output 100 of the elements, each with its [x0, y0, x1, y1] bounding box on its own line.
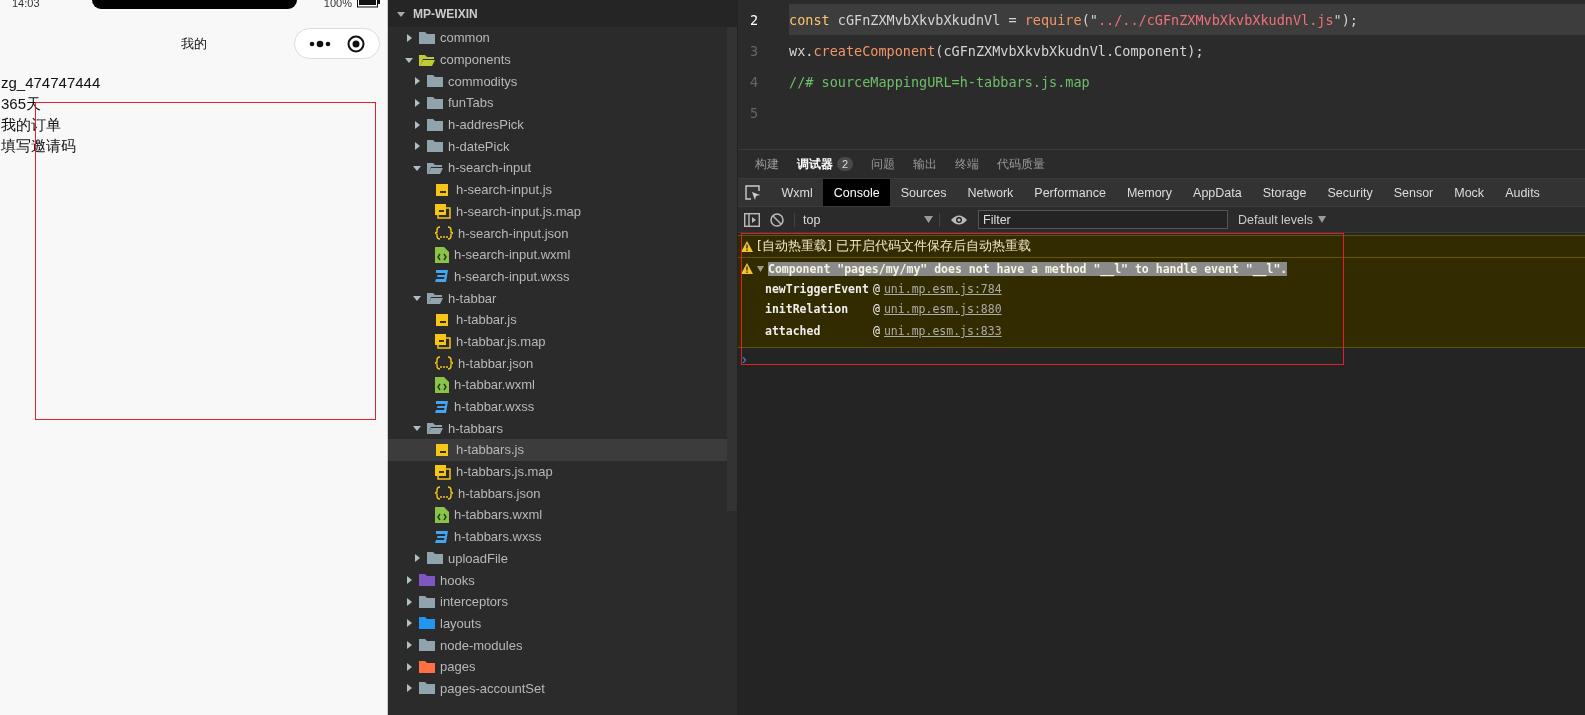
devtools-tab[interactable]: Audits: [1494, 179, 1551, 206]
tree-item[interactable]: h-tabbar.wxss: [388, 395, 727, 418]
close-icon[interactable]: [347, 34, 365, 53]
tree-item[interactable]: h-search-input.wxml: [388, 243, 727, 266]
devtools-tab[interactable]: Network: [957, 179, 1024, 206]
scrollbar[interactable]: [727, 27, 737, 511]
css-file-icon: [435, 269, 449, 284]
caret-icon[interactable]: [413, 424, 421, 433]
explorer-title[interactable]: MP-WEIXIN: [413, 6, 478, 21]
tree-item[interactable]: h-search-input.json: [388, 222, 727, 244]
tree-item[interactable]: common: [388, 27, 727, 49]
caret-icon[interactable]: [405, 33, 413, 42]
devtools-tab[interactable]: Wxml: [771, 179, 824, 206]
tree-item[interactable]: h-search-input: [388, 157, 727, 179]
tree-item[interactable]: layouts: [388, 612, 727, 635]
tree-item[interactable]: h-search-input.wxss: [388, 265, 727, 288]
devtools-tab[interactable]: Mock: [1443, 179, 1495, 206]
eye-icon[interactable]: [950, 213, 968, 226]
devtools-tab[interactable]: Storage: [1252, 179, 1317, 206]
stack-function: initRelation: [765, 302, 850, 316]
caret-icon[interactable]: [405, 684, 413, 693]
panel-tab[interactable]: 构建: [746, 155, 788, 173]
tree-item[interactable]: funTabs: [388, 92, 727, 114]
tree-item[interactable]: h-tabbar.wxml: [388, 374, 727, 396]
source-link[interactable]: uni.mp.esm.js:784: [883, 282, 1002, 296]
caret-icon[interactable]: [413, 163, 421, 172]
caret-icon[interactable]: [397, 9, 405, 18]
devtools-tab[interactable]: Memory: [1116, 179, 1183, 206]
tree-item[interactable]: hooks: [388, 569, 727, 591]
caret-icon[interactable]: [405, 576, 413, 585]
js-file-icon: [435, 441, 451, 458]
tree-item[interactable]: h-tabbars.wxss: [388, 525, 727, 548]
devtools-tab[interactable]: Sources: [890, 179, 957, 206]
caret-icon[interactable]: [413, 120, 421, 129]
devtools-tab[interactable]: Sensor: [1383, 179, 1444, 206]
tree-item[interactable]: h-tabbars.wxml: [388, 504, 727, 526]
source-link[interactable]: uni.mp.esm.js:880: [883, 302, 1002, 316]
panel-tab[interactable]: 问题: [862, 155, 905, 173]
tree-item[interactable]: pages: [388, 655, 727, 678]
tree-item[interactable]: h-tabbar: [388, 287, 727, 309]
tree-item[interactable]: h-tabbars.js: [388, 439, 727, 461]
capsule-menu[interactable]: [294, 28, 380, 59]
tree-item[interactable]: uploadFile: [388, 547, 727, 570]
tree-item[interactable]: node-modules: [388, 634, 727, 656]
caret-icon[interactable]: [413, 98, 421, 107]
page-title: 我的: [180, 35, 207, 53]
tree-item[interactable]: h-tabbars.js.map: [388, 460, 727, 483]
sidebar-toggle-icon[interactable]: [744, 212, 760, 227]
map-file-icon: [435, 463, 451, 480]
panel-tab[interactable]: 调试器 2: [788, 155, 863, 173]
tree-item[interactable]: h-addresPick: [388, 113, 727, 136]
js-file-icon: [435, 311, 451, 328]
devtools-tab[interactable]: Console: [823, 179, 891, 206]
panel-tab[interactable]: 终端: [946, 155, 989, 173]
tree-item[interactable]: h-tabbars: [388, 417, 727, 440]
tree-item[interactable]: h-datePick: [388, 135, 727, 158]
tree-item[interactable]: h-search-input.js: [388, 178, 727, 201]
tree-item[interactable]: h-tabbars.json: [388, 482, 727, 505]
caret-icon[interactable]: [413, 77, 421, 86]
tree-item[interactable]: h-tabbar.json: [388, 352, 727, 374]
more-icon[interactable]: [309, 39, 331, 48]
css-file-icon: [435, 529, 449, 544]
tree-item[interactable]: h-search-input.js.map: [388, 200, 727, 223]
filter-field[interactable]: Filter: [978, 210, 1228, 229]
warning-icon: [741, 263, 753, 274]
tree-item[interactable]: pages-accountSet: [388, 677, 727, 700]
dropdown-icon: [1318, 216, 1327, 223]
inspect-icon[interactable]: [745, 184, 761, 201]
devtools-tab[interactable]: Performance: [1023, 179, 1117, 206]
caret-icon[interactable]: [405, 662, 413, 671]
json-file-icon: [435, 356, 453, 371]
caret-icon[interactable]: [405, 641, 413, 650]
panel-tab[interactable]: 代码质量: [988, 155, 1055, 173]
devtools-tab[interactable]: AppData: [1182, 179, 1253, 206]
tree-item[interactable]: components: [388, 48, 727, 71]
tree-item[interactable]: h-tabbar.js: [388, 308, 727, 331]
levels-dropdown[interactable]: Default levels: [1238, 212, 1327, 227]
tree-item[interactable]: h-tabbar.js.map: [388, 330, 727, 353]
tree-item[interactable]: commoditys: [388, 70, 727, 93]
tree-item[interactable]: interceptors: [388, 590, 727, 613]
at-sign: @: [873, 324, 880, 338]
map-file-icon: [435, 333, 451, 350]
caret-icon[interactable]: [413, 554, 421, 563]
devtools-tab[interactable]: Security: [1317, 179, 1384, 206]
clear-icon[interactable]: [770, 212, 784, 227]
line-number: 5: [749, 104, 760, 121]
json-file-icon: [435, 226, 453, 241]
caret-icon[interactable]: [405, 619, 413, 628]
source-link[interactable]: uni.mp.esm.js:833: [883, 324, 1002, 338]
code-text: //# sourceMappingURL=h-tabbars.js.map: [789, 73, 1090, 90]
panel-tab[interactable]: 输出: [904, 155, 947, 173]
context-select[interactable]: top: [794, 212, 940, 227]
caret-icon[interactable]: [757, 265, 764, 272]
caret-icon[interactable]: [405, 597, 413, 606]
json-file-icon: [435, 486, 453, 501]
battery-icon: [357, 0, 381, 8]
console-prompt[interactable]: ›: [738, 348, 1585, 370]
caret-icon[interactable]: [405, 55, 413, 64]
caret-icon[interactable]: [413, 142, 421, 151]
caret-icon[interactable]: [413, 294, 421, 303]
